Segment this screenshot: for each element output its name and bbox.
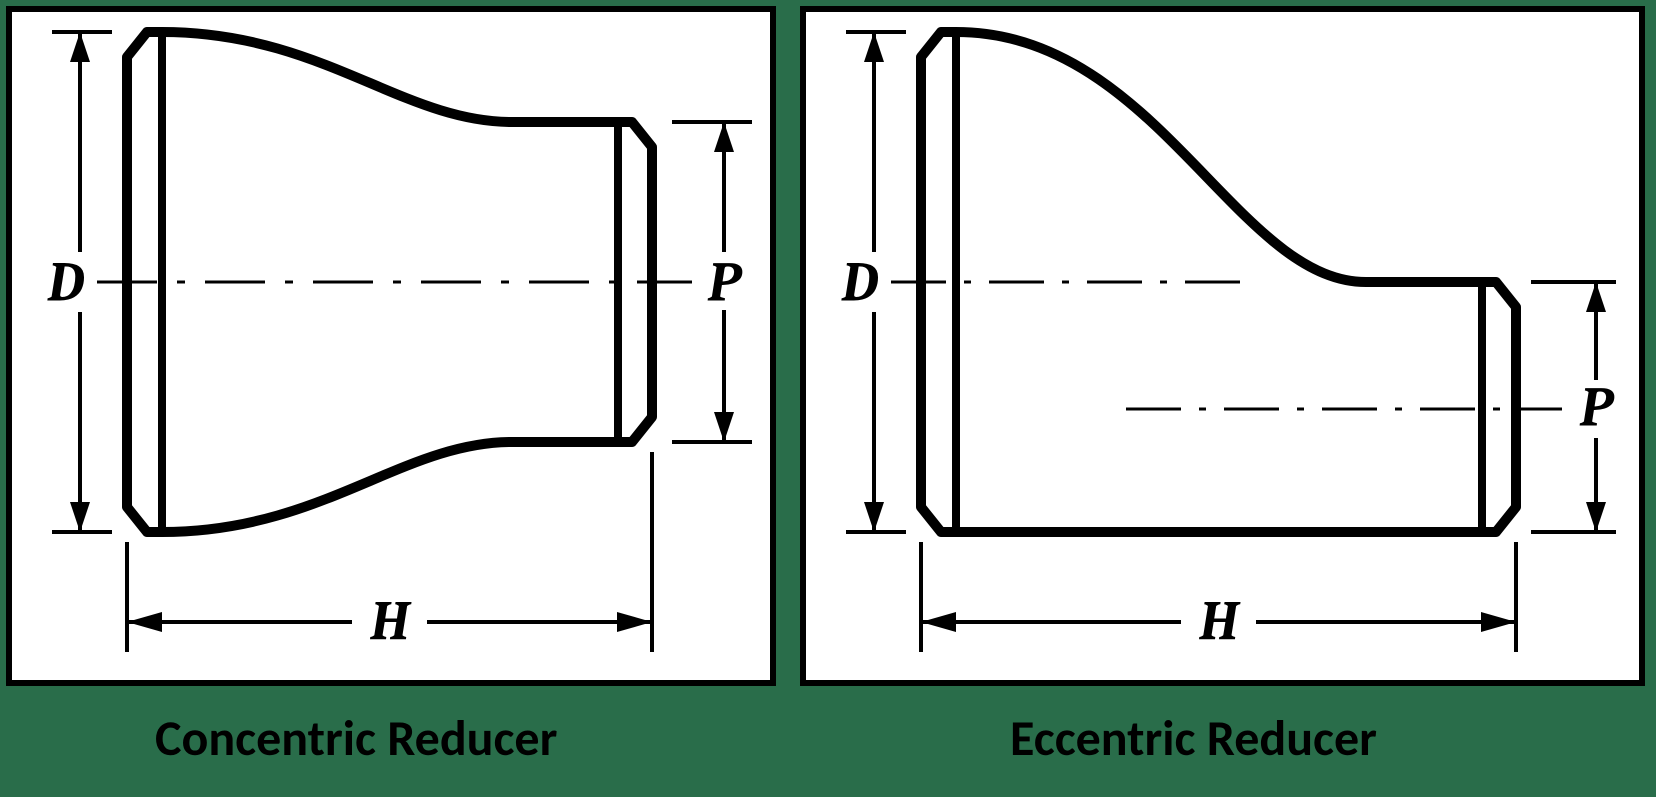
dim-D-label: D [841, 251, 879, 315]
caption-eccentric: Eccentric Reducer [1010, 708, 1377, 769]
dim-D-label: D [47, 251, 85, 315]
dim-H-bottom: H [921, 542, 1516, 654]
panel-eccentric: D [800, 6, 1645, 686]
dim-H-label: H [1199, 590, 1242, 654]
dim-H-label: H [370, 590, 413, 654]
concentric-svg: D P [12, 12, 770, 680]
eccentric-svg: D [806, 12, 1639, 680]
panel-concentric: D P [6, 6, 776, 686]
dim-P-right: P [1531, 282, 1626, 532]
dim-P-label: P [707, 251, 743, 315]
diagram-stage: D P [0, 0, 1656, 797]
dim-P-label: P [1579, 376, 1615, 440]
caption-concentric: Concentric Reducer [155, 708, 557, 769]
